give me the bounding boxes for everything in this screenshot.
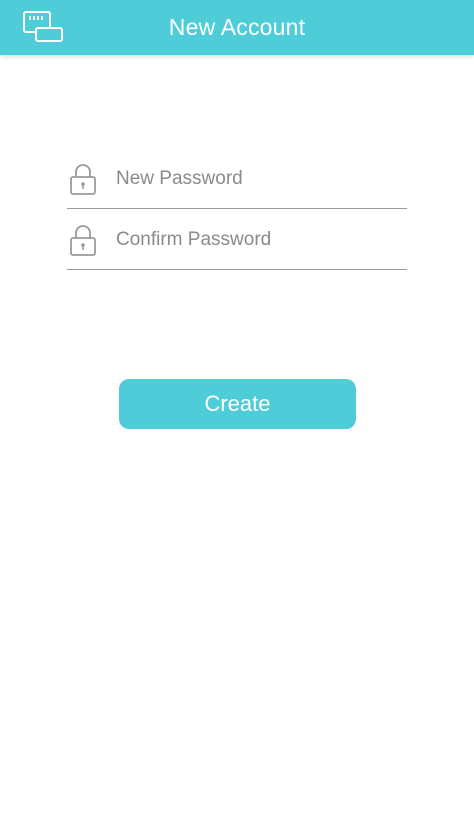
new-password-input[interactable]	[116, 162, 401, 196]
create-button[interactable]: Create	[119, 379, 356, 429]
confirm-password-field[interactable]	[67, 219, 407, 270]
page-title: New Account	[168, 14, 306, 40]
new-account-screen: New Account Create	[0, 0, 474, 817]
app-header: New Account	[0, 0, 474, 55]
lock-icon	[69, 223, 97, 257]
new-password-field[interactable]	[67, 158, 407, 209]
confirm-password-input[interactable]	[116, 223, 401, 257]
lock-icon	[69, 162, 97, 196]
